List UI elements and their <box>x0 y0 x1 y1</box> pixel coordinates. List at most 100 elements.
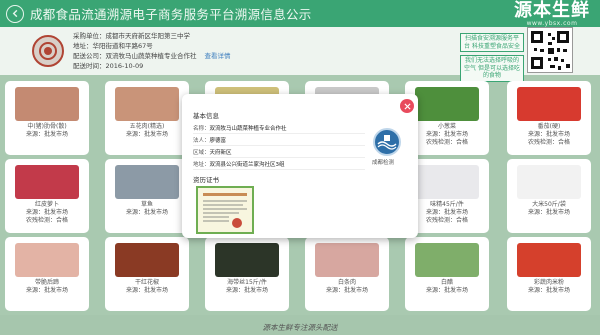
view-details-link[interactable]: 查看详情 <box>205 52 231 60</box>
brand-name: 源本生鲜 <box>514 0 590 21</box>
back-icon[interactable] <box>6 4 24 23</box>
close-icon <box>403 102 411 110</box>
product-name: 白醋 <box>440 279 453 286</box>
name-value: 双流牧马山蔬菜种植专业合作社 <box>209 126 287 132</box>
product-image <box>15 87 79 121</box>
region-value: 天府新区 <box>209 150 232 156</box>
product-card[interactable]: 彩蔬肉米粉 来源：批发市场 <box>507 237 591 311</box>
legal-person-field: 法人：廖德富 <box>193 136 365 146</box>
product-card[interactable]: 五花肉(精选) 来源：批发市场 <box>105 81 189 155</box>
product-source: 来源：批发市场 <box>25 131 68 138</box>
product-name: 大米50斤/袋 <box>532 201 566 208</box>
address-value: 双流县公兴街道兰家沟社区3组 <box>209 162 285 168</box>
supplier-label: 配送公司： <box>73 52 106 60</box>
product-card[interactable]: 白醋 来源：批发市场 <box>405 237 489 311</box>
brand-logo: 源本生鲜 www.ybsx.com <box>514 1 590 27</box>
product-check: 农残检测：合格 <box>527 139 570 146</box>
brand-url: www.ybsx.com <box>526 20 578 27</box>
product-source: 来源：批发市场 <box>125 209 168 216</box>
address-row: 地址：华阳街道和平路67号 <box>73 41 231 51</box>
top-bar: 成都食品流通溯源电子商务服务平台溯源信息公示 源本生鲜 www.ybsx.com <box>0 0 600 27</box>
name-field: 名称：双流牧马山蔬菜种植专业合作社 <box>193 124 365 134</box>
stamp-icon <box>232 218 242 228</box>
date-value: 2016-10-09 <box>105 62 144 70</box>
product-image <box>15 243 79 277</box>
address-value: 华阳街道和平路67号 <box>92 42 153 50</box>
region-label: 区域： <box>193 150 210 156</box>
footer-slogan: 源本生鲜专注源头配送 <box>262 323 338 332</box>
product-name: 带脆后蹄 <box>34 279 59 286</box>
product-name: 草鱼 <box>140 201 153 208</box>
supplier-info: 采购单位：成都市天府新区华阳第三中学 地址：华阳街道和平路67号 配送公司：双流… <box>73 31 231 71</box>
unit-value: 成都市天府新区华阳第三中学 <box>105 32 191 40</box>
product-card[interactable]: 干红花椒 来源：批发市场 <box>105 237 189 311</box>
product-image <box>215 243 279 277</box>
authority-label: 成都检测 <box>372 160 395 166</box>
notice-box-safety: 扫描食安溯源服务平台 科技重塑食品安全 <box>460 33 524 52</box>
product-card[interactable]: 白条肉 来源：批发市场 <box>305 237 389 311</box>
product-card[interactable]: 海带丝15斤/件 来源：批发市场 <box>205 237 289 311</box>
close-button[interactable] <box>400 99 414 113</box>
name-label: 名称： <box>193 126 210 132</box>
product-source: 来源：批发市场 <box>325 287 368 294</box>
product-image <box>315 243 379 277</box>
product-source: 来源：批发市场 <box>527 287 570 294</box>
legal-value: 廖德富 <box>209 138 227 144</box>
supplier-value: 双流牧马山蔬菜种植专业合作社 <box>105 52 197 60</box>
product-name: 白条肉 <box>337 279 356 286</box>
product-name: 中(猪)肋骨(散) <box>27 123 67 130</box>
product-name: 红皮萝卜 <box>34 201 59 208</box>
product-image <box>517 87 581 121</box>
product-source: 来源：批发市场 <box>527 209 570 216</box>
product-image <box>415 87 479 121</box>
product-source: 来源：批发市场 <box>527 131 570 138</box>
product-source: 来源：批发市场 <box>425 287 468 294</box>
address-field: 地址：双流县公兴街道兰家沟社区3组 <box>193 160 365 170</box>
purchasing-unit-row: 采购单位：成都市天府新区华阳第三中学 <box>73 31 231 41</box>
region-field: 区域：天府新区 <box>193 148 365 158</box>
authority-emblem-icon <box>373 128 401 156</box>
product-name: 彩蔬肉米粉 <box>533 279 564 286</box>
product-source: 来源：批发市场 <box>125 287 168 294</box>
product-card[interactable]: 草鱼 来源：批发市场 <box>105 159 189 233</box>
supplier-info-panel: 采购单位：成都市天府新区华阳第三中学 地址：华阳街道和平路67号 配送公司：双流… <box>0 27 600 82</box>
product-source: 来源：批发市场 <box>125 131 168 138</box>
product-name: 五花肉(精选) <box>129 123 165 130</box>
chevron-left-icon <box>12 9 17 18</box>
product-card[interactable]: 番茄(硬) 来源：批发市场 农残检测：合格 <box>507 81 591 155</box>
product-card[interactable]: 大米50斤/袋 来源：批发市场 <box>507 159 591 233</box>
product-image <box>15 165 79 199</box>
product-source: 来源：批发市场 <box>25 287 68 294</box>
page-title: 成都食品流通溯源电子商务服务平台溯源信息公示 <box>30 7 312 22</box>
product-card[interactable]: 中(猪)肋骨(散) 来源：批发市场 <box>5 81 89 155</box>
product-source: 来源：批发市场 <box>25 209 68 216</box>
footer: 源本生鲜专注源头配送 <box>0 315 600 335</box>
product-image <box>115 87 179 121</box>
qr-code-icon <box>527 27 573 73</box>
delivery-date-row: 配送时间：2016-10-09 <box>73 61 231 71</box>
product-image <box>115 165 179 199</box>
product-check: 农残检测：合格 <box>25 217 68 224</box>
basic-info-heading: 基本信息 <box>193 112 219 120</box>
product-image <box>517 243 581 277</box>
product-image <box>517 165 581 199</box>
date-label: 配送时间： <box>73 62 106 70</box>
product-source: 来源：批发市场 <box>225 287 268 294</box>
product-card[interactable]: 带脆后蹄 来源：批发市场 <box>5 237 89 311</box>
address-label: 地址： <box>73 42 93 50</box>
certificate-thumbnail[interactable] <box>196 186 254 234</box>
product-image <box>115 243 179 277</box>
product-name: 干红花椒 <box>134 279 159 286</box>
address-label: 地址： <box>193 162 210 168</box>
certificate-heading: 资历证书 <box>193 176 219 184</box>
product-name: 番茄(硬) <box>537 123 561 130</box>
fingerprint-seal-icon <box>32 35 64 67</box>
supplier-row: 配送公司：双流牧马山蔬菜种植专业合作社 查看详情 <box>73 51 231 61</box>
product-image <box>415 165 479 199</box>
supplier-detail-modal: 基本信息 名称：双流牧马山蔬菜种植专业合作社 法人：廖德富 区域：天府新区 地址… <box>182 94 418 238</box>
unit-label: 采购单位： <box>73 32 106 40</box>
product-name: 海带丝15斤/件 <box>227 279 267 286</box>
product-image <box>415 243 479 277</box>
product-card[interactable]: 红皮萝卜 来源：批发市场 农残检测：合格 <box>5 159 89 233</box>
legal-label: 法人： <box>193 138 210 144</box>
